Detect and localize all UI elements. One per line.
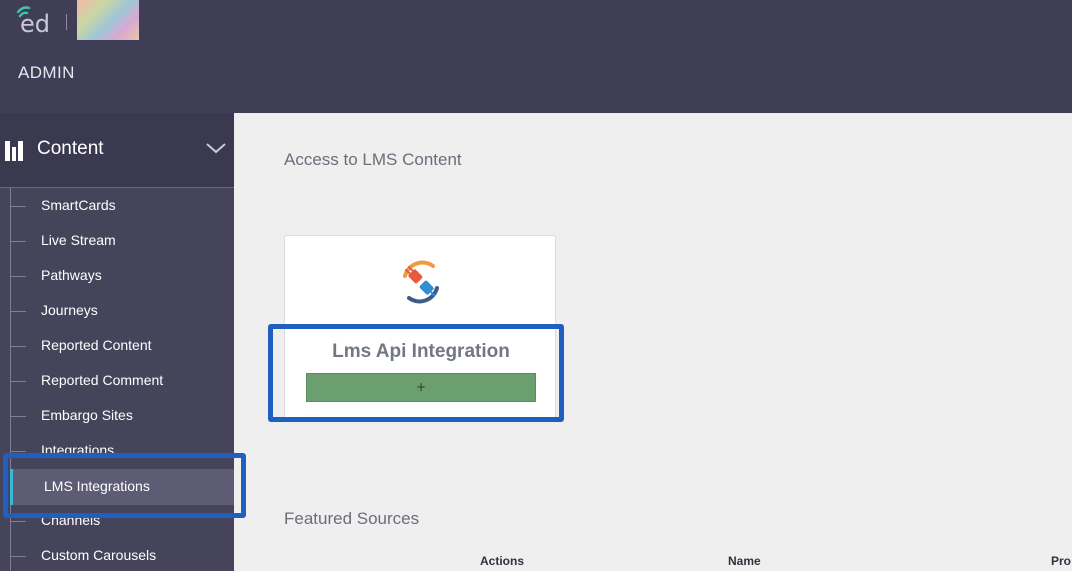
table-header-pro: Pro: [1051, 554, 1072, 568]
sidebar-item-pathways[interactable]: Pathways: [0, 261, 234, 291]
sidebar-item-label: Custom Carousels: [41, 547, 157, 563]
sidebar-item-integrations[interactable]: Integrations: [0, 436, 234, 466]
sidebar: Content SmartCards Live Stream Pathways …: [0, 113, 234, 571]
sidebar-item-label: Journeys: [41, 302, 98, 318]
tree-tick: [10, 276, 26, 277]
sidebar-item-journeys[interactable]: Journeys: [0, 296, 234, 326]
sidebar-section-title: Content: [37, 138, 104, 159]
sidebar-item-smartcards[interactable]: SmartCards: [0, 191, 234, 221]
sidebar-item-reported-content[interactable]: Reported Content: [0, 331, 234, 361]
tree-tick: [10, 451, 26, 452]
table-header-name: Name: [728, 554, 761, 568]
sidebar-item-custom-carousels[interactable]: Custom Carousels: [0, 541, 234, 571]
sidebar-item-label: Reported Content: [41, 337, 152, 353]
sidebar-item-label: Channels: [41, 512, 101, 528]
logo-separator: [66, 14, 67, 30]
tree-tick: [10, 311, 26, 312]
tree-tick: [10, 381, 26, 382]
page-title: Access to LMS Content: [284, 150, 462, 169]
sidebar-item-label: Live Stream: [41, 232, 116, 248]
organization-logo[interactable]: [77, 0, 139, 40]
svg-text:ed: ed: [20, 10, 50, 36]
ed-logo-icon[interactable]: ed: [16, 4, 66, 36]
sidebar-item-label: Embargo Sites: [41, 407, 133, 423]
top-bar: ed ADMIN: [0, 0, 1072, 113]
table-header-actions: Actions: [480, 554, 525, 568]
sidebar-item-live-stream[interactable]: Live Stream: [0, 226, 234, 256]
featured-sources-title: Featured Sources: [284, 509, 420, 528]
admin-label: ADMIN: [18, 63, 75, 82]
sidebar-item-label: Pathways: [41, 267, 102, 283]
tree-tick: [10, 241, 26, 242]
card-title: Lms Api Integration: [332, 341, 510, 362]
sidebar-section-content[interactable]: Content: [0, 113, 234, 188]
sidebar-item-embargo-sites[interactable]: Embargo Sites: [0, 401, 234, 431]
sidebar-item-label: LMS Integrations: [44, 478, 150, 494]
sidebar-item-reported-comment[interactable]: Reported Comment: [0, 366, 234, 396]
chevron-down-icon[interactable]: [205, 141, 227, 155]
tree-tick: [10, 206, 26, 207]
tree-tick: [10, 346, 26, 347]
library-icon: [5, 141, 23, 161]
plug-icon: [403, 260, 439, 304]
tree-tick: [10, 416, 26, 417]
lms-integration-card: Lms Api Integration +: [284, 235, 556, 422]
add-integration-button[interactable]: +: [306, 373, 536, 402]
tree-tick: [10, 556, 26, 557]
sidebar-item-lms-integrations[interactable]: LMS Integrations: [10, 469, 234, 505]
sidebar-item-label: Reported Comment: [41, 372, 164, 388]
sidebar-item-channels[interactable]: Channels: [0, 506, 234, 536]
sidebar-item-label: SmartCards: [41, 197, 116, 213]
tree-tick: [10, 521, 26, 522]
sidebar-item-label: Integrations: [41, 442, 115, 458]
active-indicator: [10, 469, 13, 505]
